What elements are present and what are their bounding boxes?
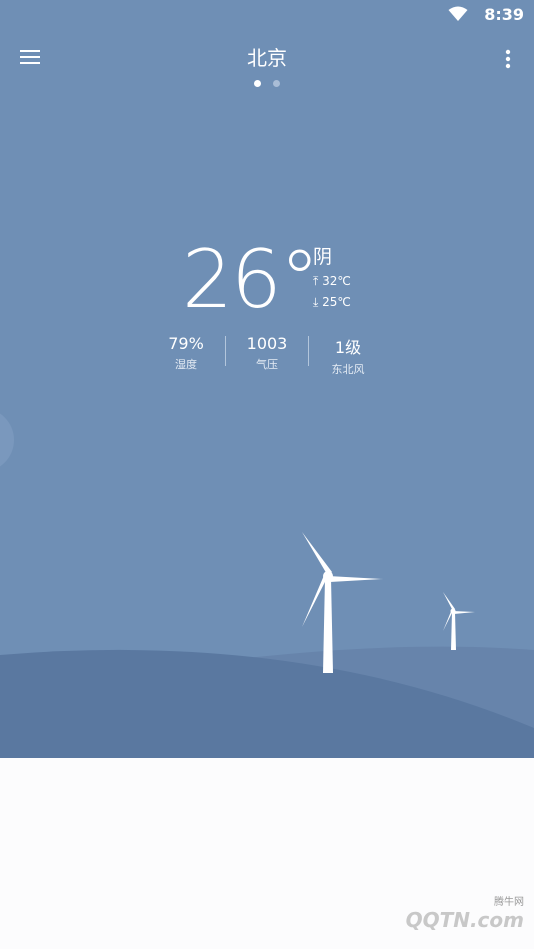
high-temperature-value: 32℃	[322, 274, 351, 288]
page-indicator	[0, 72, 534, 91]
wind-value: 1级	[334, 338, 362, 357]
page-dot	[272, 80, 280, 87]
humidity-value: 79%	[168, 334, 204, 353]
low-temperature: ⤓ 25℃	[313, 295, 351, 310]
low-temperature-value: 25℃	[322, 295, 351, 309]
status-time: 8:39	[484, 5, 524, 24]
pressure-label: 气压	[256, 358, 278, 371]
arrow-down-icon: ⤓	[313, 295, 319, 309]
humidity-stat: 79% 湿度	[141, 334, 231, 372]
current-temperature-block: 26°	[182, 232, 320, 328]
high-temperature: ⤒ 32℃	[313, 274, 351, 289]
weather-scene: 8:39 北京 26° 阴 ⤒ 32℃ ⤓ 25℃ 79% 湿度 1003 气压…	[0, 0, 534, 758]
city-title[interactable]: 北京	[0, 42, 534, 71]
weather-condition: 阴	[313, 246, 333, 268]
pressure-stat: 1003 气压	[222, 334, 312, 372]
sun-disc	[0, 413, 14, 467]
landscape-illustration	[0, 413, 534, 758]
page-dot-active	[254, 80, 262, 87]
watermark-sub: 腾牛网	[494, 897, 524, 908]
humidity-label: 湿度	[175, 358, 197, 371]
arrow-up-icon: ⤒	[313, 274, 319, 288]
wind-label: 东北风	[331, 363, 365, 376]
wind-turbine-small	[443, 592, 475, 650]
current-temperature: 26°	[182, 233, 320, 326]
more-vertical-icon	[505, 49, 511, 69]
wifi-icon	[448, 6, 468, 21]
watermark: 腾牛网 QQTN.com	[406, 893, 524, 932]
more-options-button[interactable]	[498, 44, 518, 72]
watermark-brand: QQTN.com	[405, 908, 524, 932]
pressure-value: 1003	[246, 334, 288, 353]
wind-stat: 1级 东北风	[303, 334, 393, 377]
status-bar: 8:39	[0, 0, 534, 30]
